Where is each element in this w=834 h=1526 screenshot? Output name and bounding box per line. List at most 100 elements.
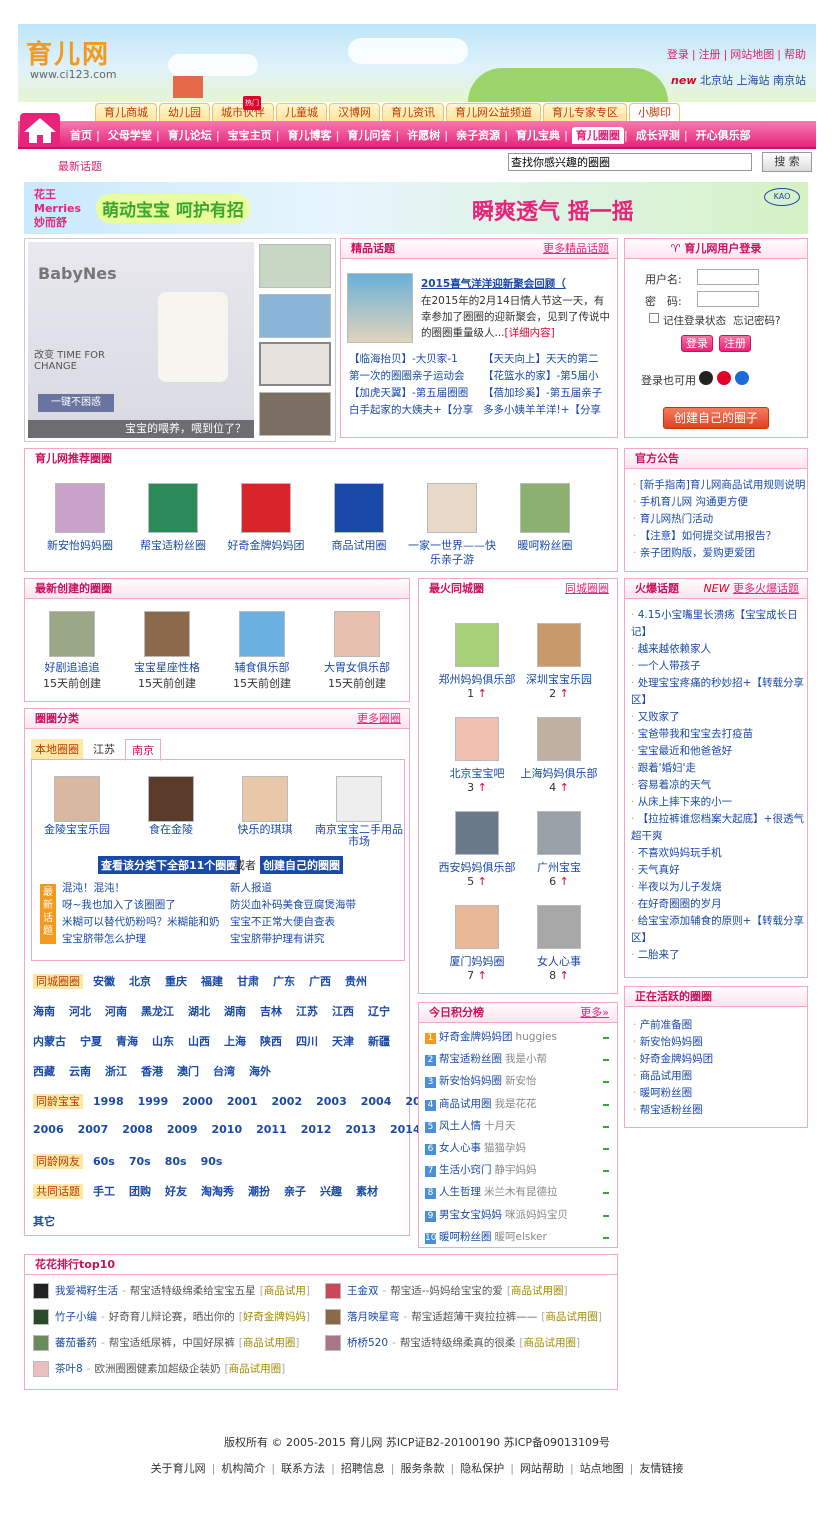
- tag-link[interactable]: 其它: [33, 1213, 55, 1229]
- notice-item[interactable]: 手机育儿网 沟通更方便: [633, 494, 805, 511]
- ranking-row[interactable]: 10 暖呵粉丝圈 暖呵elsker: [425, 1229, 611, 1246]
- topic-link[interactable]: 防災血补码美食豆腐煲海带: [230, 897, 400, 914]
- promo-thumb[interactable]: [259, 342, 331, 386]
- notice-item[interactable]: 育儿网热门活动: [633, 511, 805, 528]
- tag-link[interactable]: 2011: [256, 1123, 287, 1136]
- circle-logo[interactable]: [241, 483, 291, 533]
- tag-link[interactable]: 辽宁: [368, 1005, 390, 1018]
- circle-logo[interactable]: [427, 483, 477, 533]
- tag-link[interactable]: 江苏: [296, 1005, 318, 1018]
- tab-kids-city[interactable]: 儿童城: [276, 103, 327, 121]
- circle-photo[interactable]: [455, 811, 499, 855]
- circle-name[interactable]: 暖呵粉丝圈: [439, 1231, 492, 1243]
- circle-photo[interactable]: [334, 611, 380, 657]
- tag-link[interactable]: 广东: [273, 975, 295, 988]
- circle-photo[interactable]: [455, 717, 499, 761]
- nav-guide[interactable]: 育儿宝典: [512, 129, 564, 142]
- ranking-row[interactable]: 5 风土人情 十月天: [425, 1118, 611, 1135]
- tag-link[interactable]: 安徽: [93, 975, 115, 988]
- site-shanghai[interactable]: 上海站: [737, 74, 770, 87]
- top10-row[interactable]: 落月映星弯 - 帮宝适超薄干爽拉拉裤—— [商品试用圈]: [347, 1309, 609, 1326]
- fire-topic-link[interactable]: 宝爸带我和宝宝去打疫苗: [631, 726, 805, 743]
- category-more-link[interactable]: 更多圈圈: [357, 709, 401, 729]
- footer-link[interactable]: 服务条款: [401, 1462, 445, 1475]
- circle-name[interactable]: 女人心事: [513, 953, 605, 969]
- tag-link[interactable]: 内蒙古: [33, 1035, 66, 1048]
- tag-link[interactable]: 重庆: [165, 975, 187, 988]
- topic-link[interactable]: 呀~我也加入了该圈圈了: [62, 897, 222, 914]
- tag-link[interactable]: 香港: [141, 1065, 163, 1078]
- tab-mall[interactable]: 育儿商城: [95, 103, 157, 121]
- tab-nanjing[interactable]: 南京: [125, 739, 161, 761]
- fire-topic-link[interactable]: 半夜以为儿子发烧: [631, 879, 805, 896]
- promo-thumb[interactable]: [259, 294, 331, 338]
- create-circle-link[interactable]: 创建自己的圈圈: [260, 856, 343, 874]
- fire-topic-link[interactable]: 天气真好: [631, 862, 805, 879]
- topic-link[interactable]: 多多小姨羊羊洋!+【分享: [483, 402, 613, 419]
- forgot-link[interactable]: 忘记密码?: [733, 313, 781, 328]
- topic-link[interactable]: 宝宝脐带护理有讲究: [230, 931, 400, 948]
- qq-icon[interactable]: [699, 371, 713, 385]
- hottest-more-link[interactable]: 同城圈圈: [565, 579, 609, 599]
- tag-link[interactable]: 宁夏: [80, 1035, 102, 1048]
- circle-photo[interactable]: [148, 776, 194, 822]
- circle-name[interactable]: 商品试用圈: [439, 1098, 492, 1110]
- create-circle-button[interactable]: 创建自己的圈子: [663, 407, 769, 429]
- post-title[interactable]: 帮宝适超薄干爽拉拉裤——: [411, 1311, 537, 1323]
- ranking-row[interactable]: 6 女人心事 猫猫孕妈: [425, 1140, 611, 1157]
- tag-link[interactable]: 潮扮: [248, 1185, 270, 1198]
- footer-link[interactable]: 关于育儿网: [151, 1462, 206, 1475]
- circle-logo[interactable]: [148, 483, 198, 533]
- user-avatar[interactable]: [33, 1335, 49, 1351]
- tag-link[interactable]: 70s: [129, 1155, 151, 1168]
- tab-experts[interactable]: 育儿专家专区: [543, 103, 627, 121]
- circle-name[interactable]: 男宝女宝妈妈: [439, 1209, 502, 1221]
- circle-photo[interactable]: [54, 776, 100, 822]
- user-avatar[interactable]: [33, 1283, 49, 1299]
- tab-kindergarten[interactable]: 幼儿园: [159, 103, 210, 121]
- circle-photo[interactable]: [537, 623, 581, 667]
- login-button[interactable]: 登录: [681, 335, 713, 352]
- active-item[interactable]: 产前准备圈: [633, 1017, 803, 1034]
- ranking-row[interactable]: 8 人生哲理 米兰木有昆德拉: [425, 1184, 611, 1201]
- circle-name[interactable]: 好奇金牌妈妈团: [439, 1031, 513, 1043]
- tag-link[interactable]: 兴趣: [320, 1185, 342, 1198]
- fire-topic-link[interactable]: 从床上摔下来的小一: [631, 794, 805, 811]
- tag-link[interactable]: 淘淘秀: [201, 1185, 234, 1198]
- fire-topic-link[interactable]: 【拉拉裤谁您档案大起底】+很透气超干爽: [631, 811, 805, 845]
- user-name[interactable]: 茶叶8: [55, 1363, 83, 1375]
- tab-jiangsu[interactable]: 江苏: [93, 741, 115, 757]
- nav-school[interactable]: 父母学堂: [104, 129, 156, 142]
- circle-name[interactable]: 商品试用圈: [523, 1337, 576, 1349]
- nav-resources[interactable]: 亲子资源: [452, 129, 504, 142]
- tag-link[interactable]: 2013: [345, 1123, 376, 1136]
- fire-topic-link[interactable]: 又败家了: [631, 709, 805, 726]
- tab-local[interactable]: 本地圈圈: [31, 739, 83, 759]
- top10-row[interactable]: 蕃茄番药 - 帮宝适纸尿裤，中国好尿裤 [商品试用圈]: [55, 1335, 317, 1352]
- promo-carousel[interactable]: BabyNes 改变 TIME FOR CHANGE 一键不困惑 宝宝的喂养，喂…: [24, 238, 336, 442]
- circle-name[interactable]: 帮宝适粉丝圈: [439, 1053, 502, 1065]
- post-title[interactable]: 帮宝适纸尿裤，中国好尿裤: [109, 1337, 235, 1349]
- ranking-row[interactable]: 4 商品试用圈 我是花花: [425, 1096, 611, 1113]
- circle-name[interactable]: 商品试用: [264, 1285, 306, 1297]
- footer-link[interactable]: 隐私保护: [460, 1462, 504, 1475]
- tag-link[interactable]: 广西: [309, 975, 331, 988]
- tag-link[interactable]: 1999: [138, 1095, 169, 1108]
- topic-link[interactable]: 新人报道: [230, 880, 400, 897]
- tag-link[interactable]: 2014: [390, 1123, 421, 1136]
- circle-photo[interactable]: [537, 905, 581, 949]
- username-input[interactable]: [697, 269, 759, 285]
- circle-logo[interactable]: [55, 483, 105, 533]
- user-name[interactable]: 竹子小编: [55, 1311, 97, 1323]
- footer-link[interactable]: 站点地图: [580, 1462, 624, 1475]
- featured-photo[interactable]: [347, 273, 413, 343]
- tag-link[interactable]: 河南: [105, 1005, 127, 1018]
- fire-topic-link[interactable]: 给宝宝添加辅食的原则+【转载分享区】: [631, 913, 805, 947]
- tag-link[interactable]: 甘肃: [237, 975, 259, 988]
- post-title[interactable]: 帮宝适特级绵柔真的很柔: [400, 1337, 516, 1349]
- nav-baby-home[interactable]: 宝宝主页: [224, 129, 276, 142]
- circle-name[interactable]: 生活小窍门: [439, 1164, 492, 1176]
- tag-link[interactable]: 2009: [167, 1123, 198, 1136]
- active-item[interactable]: 暖呵粉丝圈: [633, 1085, 803, 1102]
- home-icon[interactable]: [20, 113, 60, 147]
